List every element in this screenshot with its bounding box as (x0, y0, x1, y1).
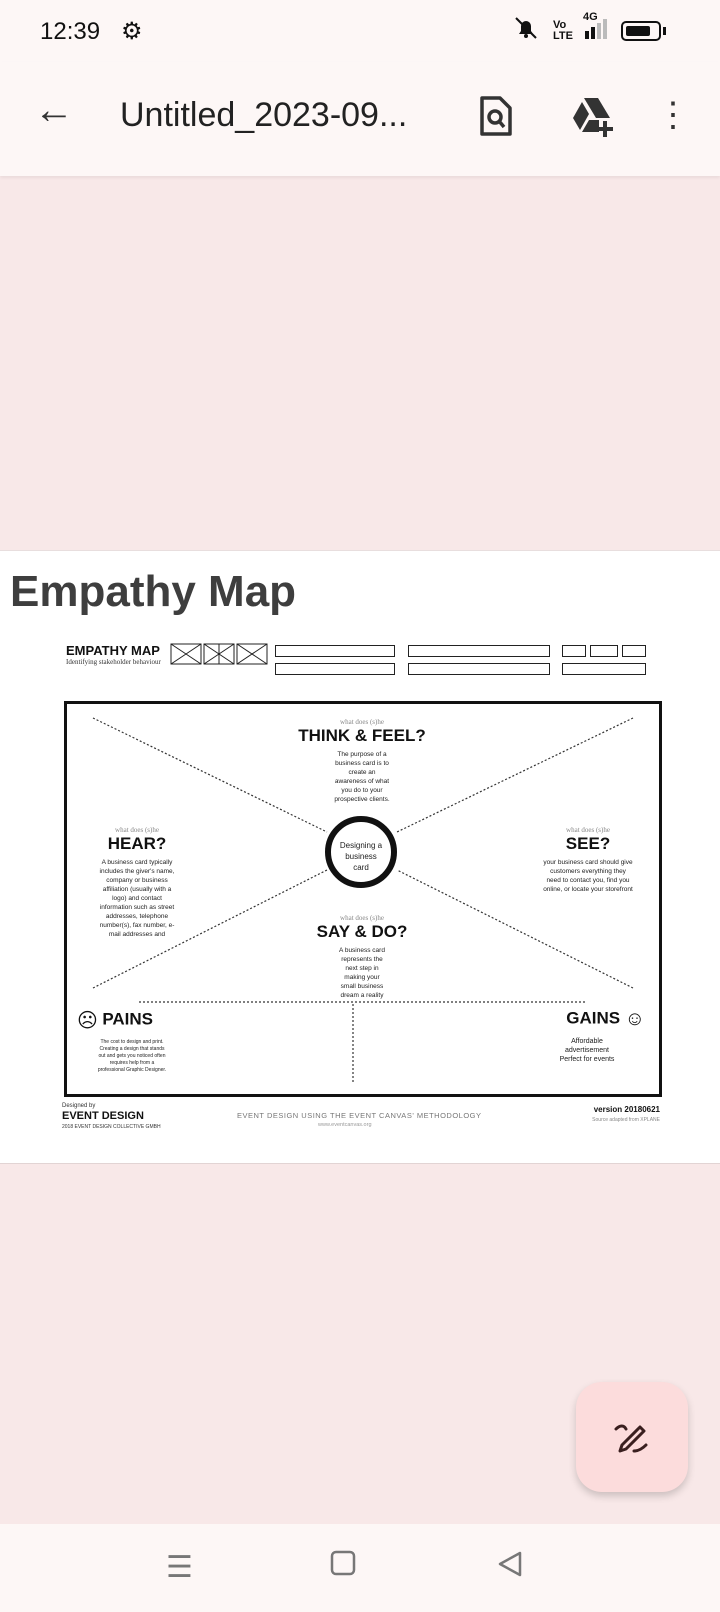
see-prefix: what does (s)he (566, 826, 610, 834)
more-options-icon[interactable]: ⋮ (656, 98, 690, 132)
hear-section: what does (s)he HEAR? A business card ty… (97, 826, 177, 939)
mute-bell-icon (511, 16, 541, 45)
sad-face-icon: ☹ (77, 1010, 98, 1032)
form-field (622, 645, 646, 657)
document-search-icon[interactable] (478, 94, 518, 138)
status-time: 12:39 (40, 18, 101, 45)
save-to-drive-icon[interactable] (570, 94, 613, 138)
hear-label: HEAR? (107, 834, 167, 853)
form-field (275, 663, 395, 675)
hear-prefix: what does (s)he (115, 826, 159, 834)
center-text: Designing a business card (339, 841, 383, 872)
methodology-text: EVENT DESIGN USING THE EVENT CANVAS' MET… (237, 1111, 482, 1120)
map-header-boxes (170, 643, 268, 665)
think-feel-body: The purpose of a business card is to cre… (334, 751, 390, 803)
back-triangle-icon[interactable] (496, 1550, 524, 1586)
copyright: 2018 EVENT DESIGN COLLECTIVE GMBH (62, 1124, 161, 1130)
pains-body: The cost to design and print. Creating a… (97, 1039, 167, 1073)
edit-pen-icon (612, 1415, 652, 1460)
gains-label: GAINS (566, 1008, 621, 1028)
pains-section: ☹ PAINS The cost to design and print. Cr… (77, 1008, 177, 1074)
edit-fab-button[interactable] (576, 1382, 688, 1492)
form-field (275, 645, 395, 657)
battery-icon (621, 20, 661, 41)
app-bar: ← Untitled_2023-09... ⋮ (0, 62, 720, 176)
pains-label: PAINS (102, 1009, 154, 1029)
see-body: your business card should give customers… (543, 859, 633, 893)
form-field (562, 663, 646, 675)
hear-body: A business card typically includes the g… (99, 859, 175, 938)
gains-body: Affordable advertisement Perfect for eve… (559, 1038, 615, 1063)
map-title: EMPATHY MAP (66, 643, 160, 658)
home-button-icon[interactable] (330, 1550, 356, 1584)
map-frame: what does (s)he THINK & FEEL? The purpos… (64, 701, 662, 1097)
form-field (562, 645, 586, 657)
see-section: what does (s)he SEE? your business card … (543, 826, 633, 894)
center-circle: Designing a business card (325, 816, 397, 888)
brand-logo: EVENT DESIGN (62, 1110, 144, 1122)
gains-section: GAINS ☺ Affordable advertisement Perfect… (545, 1008, 645, 1064)
status-icons: Vo LTE 4G (511, 11, 666, 45)
signal-icon: 4G (583, 11, 609, 44)
version-text: version 20180621 (593, 1105, 660, 1114)
page-heading: Empathy Map (10, 567, 297, 616)
think-feel-section: what does (s)he THINK & FEEL? The purpos… (287, 718, 437, 804)
network-type: 4G (583, 11, 598, 23)
recents-menu-icon[interactable]: ☰ (166, 1550, 193, 1585)
form-field (590, 645, 618, 657)
think-feel-label: THINK & FEEL? (298, 726, 426, 745)
say-do-prefix: what does (s)he (340, 914, 384, 922)
volte-icon: Vo LTE (553, 18, 573, 42)
back-arrow-icon[interactable]: ← (34, 90, 74, 130)
say-do-body: A business card represents the next step… (339, 947, 385, 999)
form-field (408, 645, 550, 657)
say-do-label: SAY & DO? (316, 922, 408, 941)
designed-by: Designed by (62, 1103, 96, 1109)
document-title: Untitled_2023-09... (120, 96, 408, 134)
document-page: Empathy Map EMPATHY MAP Identifying stak… (0, 550, 720, 1164)
map-subtitle: Identifying stakeholder behaviour (66, 658, 161, 666)
form-field (408, 663, 550, 675)
source-text: Source adapted from XPLANE (592, 1117, 660, 1123)
say-do-section: what does (s)he SAY & DO? A business car… (287, 914, 437, 1000)
settings-gear-icon: ⚙ (121, 18, 143, 45)
happy-face-icon: ☺ (624, 1008, 645, 1030)
map-header: EMPATHY MAP Identifying stakeholder beha… (66, 643, 161, 666)
status-bar: 12:39 ⚙ Vo LTE 4G (0, 0, 720, 62)
footer-url: www.eventcanvas.org (318, 1122, 372, 1128)
empathy-map-image: EMPATHY MAP Identifying stakeholder beha… (62, 643, 668, 1130)
see-label: SEE? (565, 834, 611, 853)
system-navigation-bar: ☰ (0, 1524, 720, 1612)
think-feel-prefix: what does (s)he (340, 718, 384, 726)
